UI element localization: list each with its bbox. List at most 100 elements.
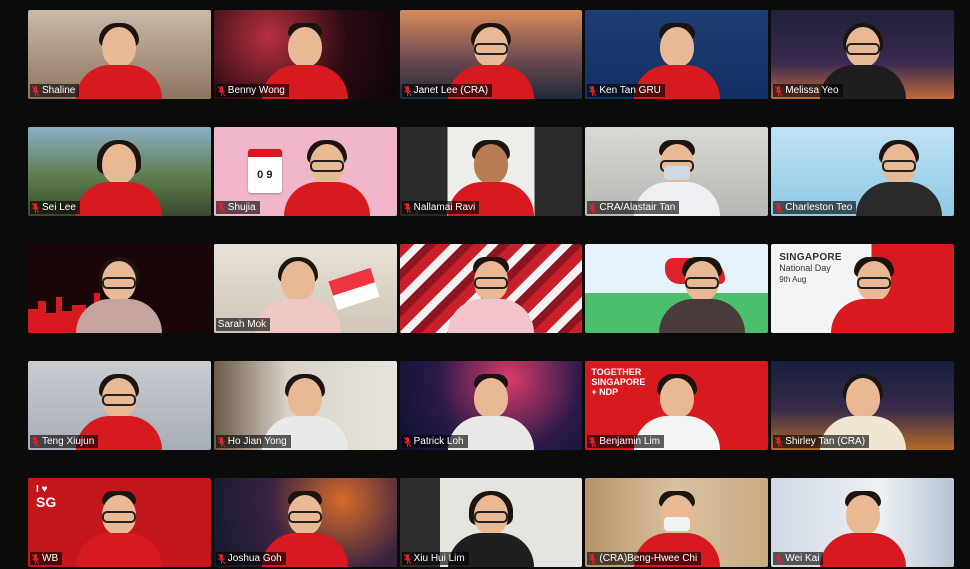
name-label: Joshua Goh [215, 552, 286, 565]
name-label: Shaline [30, 84, 80, 97]
mic-muted-icon [775, 436, 783, 447]
participant-tile[interactable]: Benny Wong [213, 10, 397, 99]
participant-tile[interactable] [399, 244, 583, 333]
participant-tile[interactable]: 0 9 Shujia [213, 127, 397, 216]
participant-tile[interactable]: Xiu Hui Lim [399, 478, 583, 567]
mic-muted-icon [775, 553, 783, 564]
participant-name: CRA/Alastair Tan [599, 202, 676, 213]
participant-tile[interactable]: CRA/Alastair Tan [585, 127, 769, 216]
participant-tile[interactable]: Wei Kai [771, 478, 954, 567]
banner-line-1: TOGETHER [591, 367, 642, 377]
mic-muted-icon [589, 85, 597, 96]
participant-video [284, 140, 371, 216]
participant-name: Teng Xiujun [42, 436, 95, 447]
participant-tile[interactable]: TOGETHER SINGAPORE + NDP Benjamin Lim [585, 361, 769, 450]
mic-muted-icon [32, 553, 39, 564]
participant-tile[interactable]: Shaline [28, 10, 211, 99]
participant-tile[interactable] [28, 244, 211, 333]
participant-tile[interactable]: Patrick Loh [399, 361, 583, 450]
mic-muted-icon [589, 436, 597, 447]
participant-video [659, 257, 746, 333]
participant-name: WB [42, 553, 59, 564]
mic-muted-icon [32, 85, 39, 96]
name-label: Benjamin Lim [587, 435, 664, 448]
participant-name: Joshua Goh [227, 553, 282, 564]
name-label: Shujia [215, 201, 260, 214]
participant-name: Shaline [42, 85, 76, 96]
participant-name: Patrick Loh [413, 436, 464, 447]
name-label: Sei Lee [30, 201, 80, 214]
participant-name: Janet Lee (CRA) [413, 85, 489, 96]
participant-name: Wei Kai [785, 553, 820, 564]
participant-name: Ken Tan GRU [599, 85, 661, 96]
participant-video [76, 491, 163, 567]
mic-muted-icon [589, 553, 597, 564]
participant-tile[interactable]: Sei Lee [28, 127, 211, 216]
participant-tile[interactable]: Janet Lee (CRA) [399, 10, 583, 99]
participant-name: Sarah Mok [217, 319, 267, 330]
name-label: Nallamai Ravi [401, 201, 480, 214]
mic-muted-icon [775, 202, 783, 213]
mic-muted-icon [217, 202, 225, 213]
participant-name: Ho Jian Yong [227, 436, 287, 447]
participant-tile[interactable]: Ken Tan GRU [585, 10, 769, 99]
mic-muted-icon [217, 85, 225, 96]
participant-name: (CRA)Beng-Hwee Chi [599, 553, 698, 564]
name-label: Patrick Loh [401, 435, 468, 448]
participant-tile[interactable]: Teng Xiujun [28, 361, 211, 450]
mic-muted-icon [403, 553, 411, 564]
participant-tile[interactable]: Charleston Teo [771, 127, 954, 216]
participant-name: Xiu Hui Lim [413, 553, 465, 564]
participant-tile[interactable]: Ho Jian Yong [213, 361, 397, 450]
participant-tile[interactable]: I ♥ SG WB [28, 478, 211, 567]
participant-tile[interactable]: SINGAPORE National Day 9th Aug [771, 244, 954, 333]
participant-tile-active-speaker[interactable]: Sarah Mok [213, 244, 397, 333]
mic-muted-icon [32, 202, 39, 213]
participant-grid: Shaline Benny Wong Janet Lee (CRA) Ken T… [28, 10, 954, 569]
calendar-date: 0 9 [257, 169, 273, 181]
calendar-prop: 0 9 [247, 149, 282, 193]
participant-tile[interactable]: Nallamai Ravi [399, 127, 583, 216]
sg-logo: I ♥ SG [36, 484, 57, 510]
mic-muted-icon [217, 553, 225, 564]
participant-video [76, 140, 163, 216]
participant-video [76, 23, 163, 99]
mic-muted-icon [217, 436, 225, 447]
name-label: (CRA)Beng-Hwee Chi [587, 552, 702, 565]
name-label: WB [30, 552, 63, 565]
participant-tile[interactable]: Shirley Tan (CRA) [771, 361, 954, 450]
participant-tile[interactable]: Joshua Goh [213, 478, 397, 567]
mic-muted-icon [403, 85, 411, 96]
name-label: Charleston Teo [773, 201, 857, 214]
name-label: Teng Xiujun [30, 435, 99, 448]
participant-name: Shujia [227, 202, 256, 213]
participant-tile[interactable] [585, 244, 769, 333]
participant-name: Sei Lee [42, 202, 76, 213]
name-label: CRA/Alastair Tan [587, 201, 680, 214]
name-label: Janet Lee (CRA) [401, 84, 493, 97]
name-label: Benny Wong [215, 84, 289, 97]
participant-tile[interactable]: Melissa Yeo [771, 10, 954, 99]
participant-name: Charleston Teo [785, 202, 853, 213]
participant-video [819, 491, 906, 567]
mic-muted-icon [403, 436, 411, 447]
name-label: Ken Tan GRU [587, 84, 665, 97]
participant-video [76, 257, 163, 333]
participant-video [856, 140, 943, 216]
gallery-view: Shaline Benny Wong Janet Lee (CRA) Ken T… [0, 0, 970, 569]
mic-muted-icon [589, 202, 597, 213]
name-label: Melissa Yeo [773, 84, 843, 97]
mic-muted-icon [775, 85, 783, 96]
name-label: Shirley Tan (CRA) [773, 435, 870, 448]
name-label: Xiu Hui Lim [401, 552, 469, 565]
name-label: Sarah Mok [215, 318, 271, 331]
mic-muted-icon [403, 202, 411, 213]
participant-name: Benny Wong [227, 85, 285, 96]
participant-name: Nallamai Ravi [413, 202, 476, 213]
participant-video [830, 257, 917, 333]
logo-bottom: SG [36, 494, 57, 510]
participant-tile[interactable]: (CRA)Beng-Hwee Chi [585, 478, 769, 567]
participant-name: Shirley Tan (CRA) [785, 436, 866, 447]
participant-name: Benjamin Lim [599, 436, 660, 447]
name-label: Wei Kai [773, 552, 824, 565]
